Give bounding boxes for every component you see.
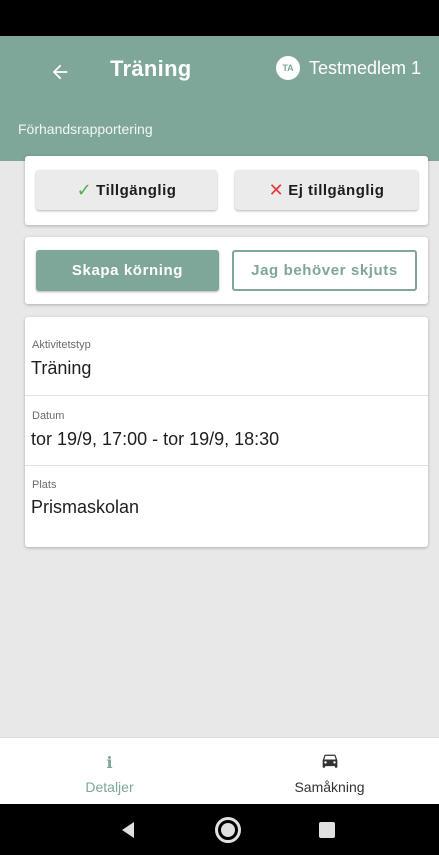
check-icon: ✓ (76, 179, 93, 200)
carpool-actions-card: Skapa körning Jag behöver skjuts (25, 237, 428, 304)
square-recents-icon (319, 821, 335, 838)
need-ride-button[interactable]: Jag behöver skjuts (232, 250, 417, 291)
nav-tab-carpool[interactable]: Samåkning (220, 738, 439, 805)
detail-row-activity-type: Aktivitetstyp Träning (25, 317, 428, 396)
availability-card: ✓ Tillgänglig ✕ Ej tillgänglig (25, 156, 428, 225)
available-label: Tillgänglig (96, 181, 177, 199)
page-title: Träning (110, 56, 192, 81)
location-label: Plats (32, 479, 57, 491)
date-label: Datum (32, 410, 65, 422)
activity-type-label: Aktivitetstyp (32, 339, 91, 351)
close-icon: ✕ (268, 179, 285, 200)
system-back-button[interactable] (108, 804, 148, 855)
nav-tab-details-label: Detaljer (85, 779, 134, 795)
nav-tab-carpool-label: Samåkning (294, 779, 365, 795)
detail-row-location: Plats Prismaskolan (25, 466, 428, 536)
user-chip[interactable]: TA Testmedlem 1 (276, 56, 421, 80)
bottom-nav: i Detaljer Samåkning (0, 737, 439, 804)
date-value: tor 19/9, 17:00 - tor 19/9, 18:30 (31, 429, 280, 449)
app-header: Träning TA Testmedlem 1 Förhandsrapporte… (0, 36, 439, 161)
nav-tab-details[interactable]: i Detaljer (0, 738, 219, 805)
system-recents-button[interactable] (307, 804, 347, 855)
location-value: Prismaskolan (31, 497, 140, 517)
info-icon: i (106, 753, 113, 772)
arrow-left-icon (52, 64, 68, 80)
unavailable-button[interactable]: ✕ Ej tillgänglig (235, 170, 418, 210)
detail-row-date: Datum tor 19/9, 17:00 - tor 19/9, 18:30 (25, 396, 428, 466)
section-subtitle: Förhandsrapportering (18, 121, 153, 137)
status-bar (0, 0, 439, 36)
activity-type-value: Träning (31, 358, 92, 378)
circle-home-icon (215, 816, 241, 843)
back-button[interactable] (40, 52, 80, 92)
system-navigation-bar (0, 804, 439, 855)
unavailable-label: Ej tillgänglig (288, 181, 385, 199)
activity-details-card: Aktivitetstyp Träning Datum tor 19/9, 17… (25, 317, 428, 547)
triangle-back-icon (122, 821, 134, 838)
user-name: Testmedlem 1 (309, 57, 422, 78)
available-button[interactable]: ✓ Tillgänglig (36, 170, 217, 210)
system-home-button[interactable] (206, 804, 250, 855)
avatar: TA (276, 56, 300, 80)
car-icon (220, 753, 439, 776)
create-ride-button[interactable]: Skapa körning (36, 250, 219, 291)
